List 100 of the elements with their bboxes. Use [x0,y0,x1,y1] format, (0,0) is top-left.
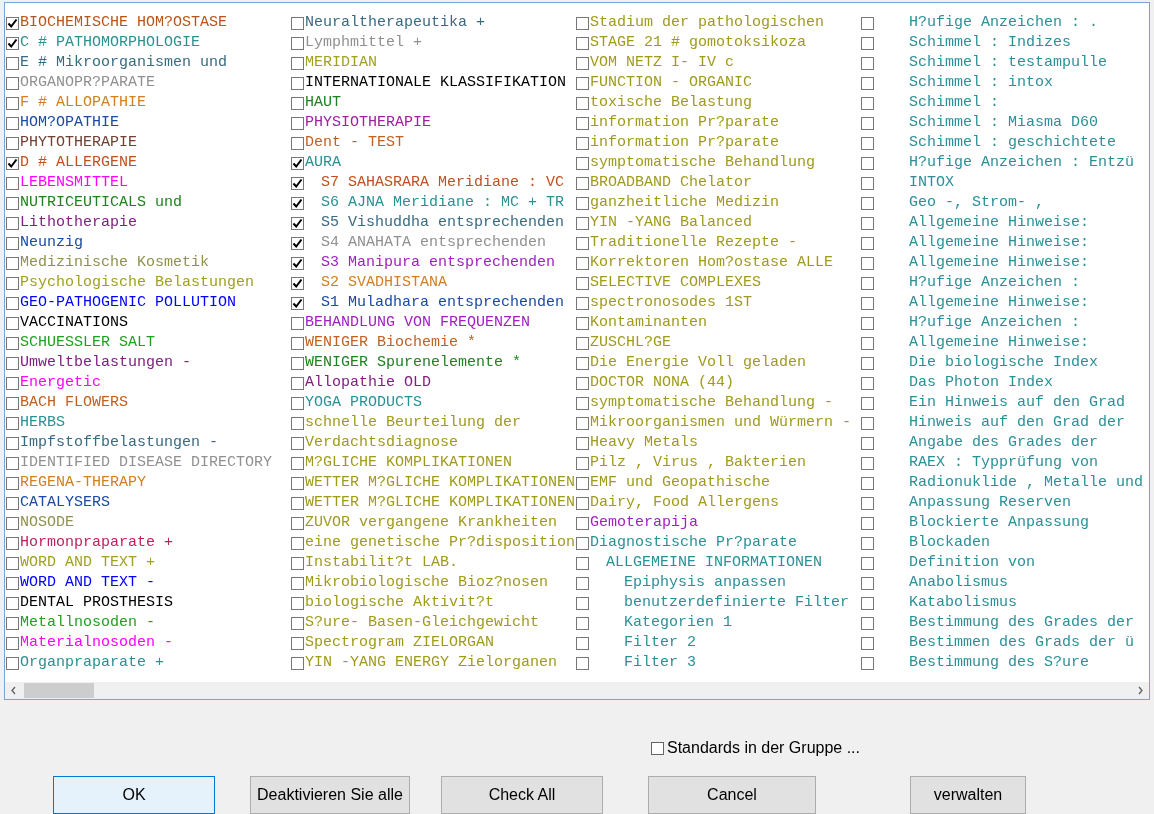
list-item-label[interactable]: S3 Manipura entsprechenden [321,254,556,272]
list-item-label[interactable]: Allgemeine Hinweise: [909,334,1090,352]
list-item-label[interactable]: Impfstoffbelastungen - [20,434,219,452]
checkbox[interactable] [6,556,19,570]
list-item-label[interactable]: Dent - TEST [305,134,405,152]
list-item-label[interactable]: Mikrobiologische Bioz?nosen [305,574,549,592]
checkbox[interactable] [576,456,589,470]
list-item-label[interactable]: HOM?OPATHIE [20,114,120,132]
list-item-label[interactable]: FUNCTION - ORGANIC [590,74,753,92]
checkbox[interactable] [861,176,874,190]
list-item-label[interactable]: Spectrogram ZIELORGAN [305,634,495,652]
list-item-label[interactable]: Psychologische Belastungen [20,274,255,292]
list-item-label[interactable]: Bestimmung des S?ure [909,654,1090,672]
list-item-label[interactable]: Kategorien 1 [624,614,733,632]
checkbox[interactable] [576,336,589,350]
list-item-label[interactable]: Definition von [909,554,1036,572]
list-item-label[interactable]: Organpraparate + [20,654,165,672]
list-item-label[interactable]: DOCTOR NONA (44) [590,374,735,392]
list-item-label[interactable]: Schimmel : [909,94,999,112]
checkbox[interactable] [576,216,589,230]
dialog-button[interactable]: OK [53,776,215,814]
list-item-label[interactable]: S1 Muladhara entsprechenden [321,294,565,312]
list-item-label[interactable]: Mikroorganismen und Würmern - [590,414,852,432]
checkbox[interactable] [6,516,19,530]
list-item-label[interactable]: S5 Vishuddha entsprechenden [321,214,565,232]
checkbox[interactable] [291,256,304,270]
list-item-label[interactable]: STAGE 21 # gomotoksikoza [590,34,807,52]
checkbox[interactable] [291,556,304,570]
checkbox[interactable] [6,336,19,350]
checkbox[interactable] [861,356,874,370]
list-item-label[interactable]: eine genetische Pr?disposition [305,534,576,552]
checkbox[interactable] [861,136,874,150]
checkbox[interactable] [576,476,589,490]
list-item-label[interactable]: NUTRICEUTICALS und [20,194,183,212]
list-item-label[interactable]: information Pr?parate [590,114,780,132]
list-item-label[interactable]: Schimmel : Indizes [909,34,1072,52]
list-item-label[interactable]: Schimmel : Miasma D60 [909,114,1099,132]
checkbox[interactable] [576,436,589,450]
checkbox[interactable] [861,576,874,590]
list-item-label[interactable]: SELECTIVE COMPLEXES [590,274,762,292]
checkbox[interactable] [576,276,589,290]
checkbox[interactable] [6,36,19,50]
checkbox[interactable] [291,396,304,410]
list-item-label[interactable]: Allgemeine Hinweise: [909,214,1090,232]
list-item-label[interactable]: YIN -YANG ENERGY Zielorganen [305,654,558,672]
checkbox[interactable] [861,296,874,310]
scrollbar-thumb[interactable] [24,683,94,698]
option-label[interactable]: Standards in der Gruppe ... [667,736,860,760]
checkbox[interactable] [291,616,304,630]
list-item-label[interactable]: Radionuklide , Metalle und [909,474,1144,492]
checkbox[interactable] [576,16,589,30]
list-item-label[interactable]: VACCINATIONS [20,314,129,332]
list-item-label[interactable]: Blockaden [909,534,990,552]
list-item-label[interactable]: Filter 2 [624,634,696,652]
list-item-label[interactable]: Bestimmen des Grads der ü [909,634,1135,652]
checkbox[interactable] [6,16,19,30]
list-item-label[interactable]: WENIGER Biochemie * [305,334,477,352]
list-item-label[interactable]: Schimmel : testampulle [909,54,1108,72]
checkbox[interactable] [291,96,304,110]
checkbox[interactable] [861,116,874,130]
checkbox[interactable] [291,436,304,450]
checkbox[interactable] [6,396,19,410]
list-item-label[interactable]: SCHUESSLER SALT [20,334,156,352]
checkbox[interactable] [291,596,304,610]
list-item-label[interactable]: Hormonpraparate + [20,534,174,552]
checkbox[interactable] [6,356,19,370]
checkbox[interactable] [6,196,19,210]
checkbox[interactable] [6,116,19,130]
list-item-label[interactable]: F # ALLOPATHIE [20,94,147,112]
list-item-label[interactable]: MERIDIAN [305,54,377,72]
checkbox[interactable] [291,576,304,590]
checkbox[interactable] [291,56,304,70]
list-item-label[interactable]: E # Mikroorganismen und [20,54,228,72]
list-item-label[interactable]: YIN -YANG Balanced [590,214,753,232]
list-item-label[interactable]: Die biologische Index [909,354,1099,372]
checkbox[interactable] [861,156,874,170]
checkbox[interactable] [576,116,589,130]
list-item-label[interactable]: D # ALLERGENE [20,154,138,172]
list-item-label[interactable]: Instabilit?t LAB. [305,554,459,572]
checkbox[interactable] [861,256,874,270]
list-item-label[interactable]: BROADBAND Chelator [590,174,753,192]
checkbox[interactable] [6,136,19,150]
checkbox[interactable] [576,536,589,550]
checkbox[interactable] [861,16,874,30]
checkbox[interactable] [6,656,19,670]
checkbox[interactable] [291,156,304,170]
checkbox[interactable] [861,396,874,410]
list-item-label[interactable]: WORD AND TEXT + [20,554,156,572]
dialog-button[interactable]: verwalten [910,776,1026,814]
dialog-button[interactable]: Check All [441,776,603,814]
list-item-label[interactable]: Traditionelle Rezepte - [590,234,798,252]
list-item-label[interactable]: Ein Hinweis auf den Grad [909,394,1126,412]
checkbox[interactable] [576,516,589,530]
checkbox[interactable] [861,56,874,70]
list-item-label[interactable]: YOGA PRODUCTS [305,394,423,412]
list-item-label[interactable]: Lymphmittel + [305,34,423,52]
checkbox[interactable] [576,36,589,50]
checkbox[interactable] [576,416,589,430]
checkbox[interactable] [576,176,589,190]
list-item-label[interactable]: LEBENSMITTEL [20,174,129,192]
